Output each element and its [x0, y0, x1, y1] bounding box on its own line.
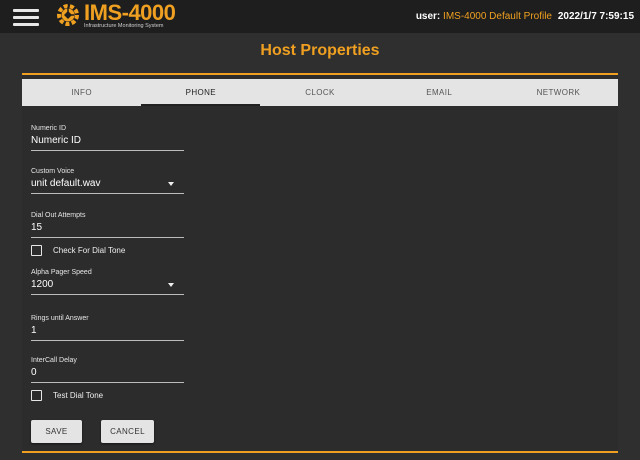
- check-dial-tone-label: Check For Dial Tone: [53, 246, 126, 255]
- dial-out-attempts-label: Dial Out Attempts: [31, 212, 86, 219]
- tab-info[interactable]: INFO: [22, 79, 141, 106]
- dial-out-attempts-field: Dial Out Attempts 15: [31, 212, 184, 238]
- properties-panel: INFO PHONE CLOCK EMAIL NETWORK Numeric I…: [22, 73, 618, 453]
- logo-gear-icon: [57, 4, 79, 26]
- save-button[interactable]: SAVE: [31, 420, 82, 443]
- test-dial-tone-checkbox[interactable]: Test Dial Tone: [31, 390, 103, 401]
- tab-email[interactable]: EMAIL: [380, 79, 499, 106]
- dropdown-arrow-icon: [168, 283, 174, 287]
- test-dial-tone-label: Test Dial Tone: [53, 391, 104, 400]
- user-profile-name[interactable]: IMS-4000 Default Profile: [443, 11, 552, 22]
- rings-until-answer-input[interactable]: 1: [31, 325, 184, 341]
- logo-subtitle: Infrastructure Monitoring System: [84, 23, 164, 29]
- alpha-pager-speed-label: Alpha Pager Speed: [31, 269, 92, 276]
- alpha-pager-speed-field: Alpha Pager Speed 1200: [31, 269, 184, 295]
- user-info: user: IMS-4000 Default Profile: [416, 11, 552, 22]
- intercall-delay-label: InterCall Delay: [31, 357, 77, 364]
- logo: IMS-4000 Infrastructure Monitoring Syste…: [56, 0, 196, 32]
- checkbox-icon: [31, 390, 42, 401]
- top-bar: IMS-4000 Infrastructure Monitoring Syste…: [0, 0, 640, 33]
- custom-voice-select[interactable]: unit default.wav: [31, 178, 184, 194]
- dial-out-attempts-input[interactable]: 15: [31, 222, 184, 238]
- rings-until-answer-label: Rings until Answer: [31, 315, 89, 322]
- numeric-id-label: Numeric ID: [31, 125, 67, 132]
- user-label: user:: [415, 11, 441, 22]
- checkbox-icon: [31, 245, 42, 256]
- intercall-delay-field: InterCall Delay 0: [31, 357, 184, 383]
- tab-clock[interactable]: CLOCK: [260, 79, 379, 106]
- check-dial-tone-checkbox[interactable]: Check For Dial Tone: [31, 245, 125, 256]
- dropdown-arrow-icon: [168, 182, 174, 186]
- page-title: Host Properties: [260, 42, 380, 59]
- cancel-button[interactable]: CANCEL: [101, 420, 154, 443]
- alpha-pager-speed-select[interactable]: 1200: [31, 279, 184, 295]
- intercall-delay-input[interactable]: 0: [31, 367, 184, 383]
- custom-voice-label: Custom Voice: [31, 168, 75, 175]
- numeric-id-field: Numeric ID Numeric ID: [31, 125, 184, 151]
- tab-bar: INFO PHONE CLOCK EMAIL NETWORK: [22, 79, 618, 106]
- rings-until-answer-field: Rings until Answer 1: [31, 315, 184, 341]
- tab-phone[interactable]: PHONE: [141, 79, 261, 106]
- alpha-pager-speed-value: 1200: [31, 279, 54, 290]
- custom-voice-field: Custom Voice unit default.wav: [31, 168, 184, 194]
- numeric-id-input[interactable]: Numeric ID: [31, 135, 184, 151]
- custom-voice-value: unit default.wav: [31, 178, 101, 189]
- datetime-display: 2022/1/7 7:59:15: [557, 11, 634, 22]
- menu-icon[interactable]: [13, 9, 39, 26]
- tab-network[interactable]: NETWORK: [499, 79, 618, 106]
